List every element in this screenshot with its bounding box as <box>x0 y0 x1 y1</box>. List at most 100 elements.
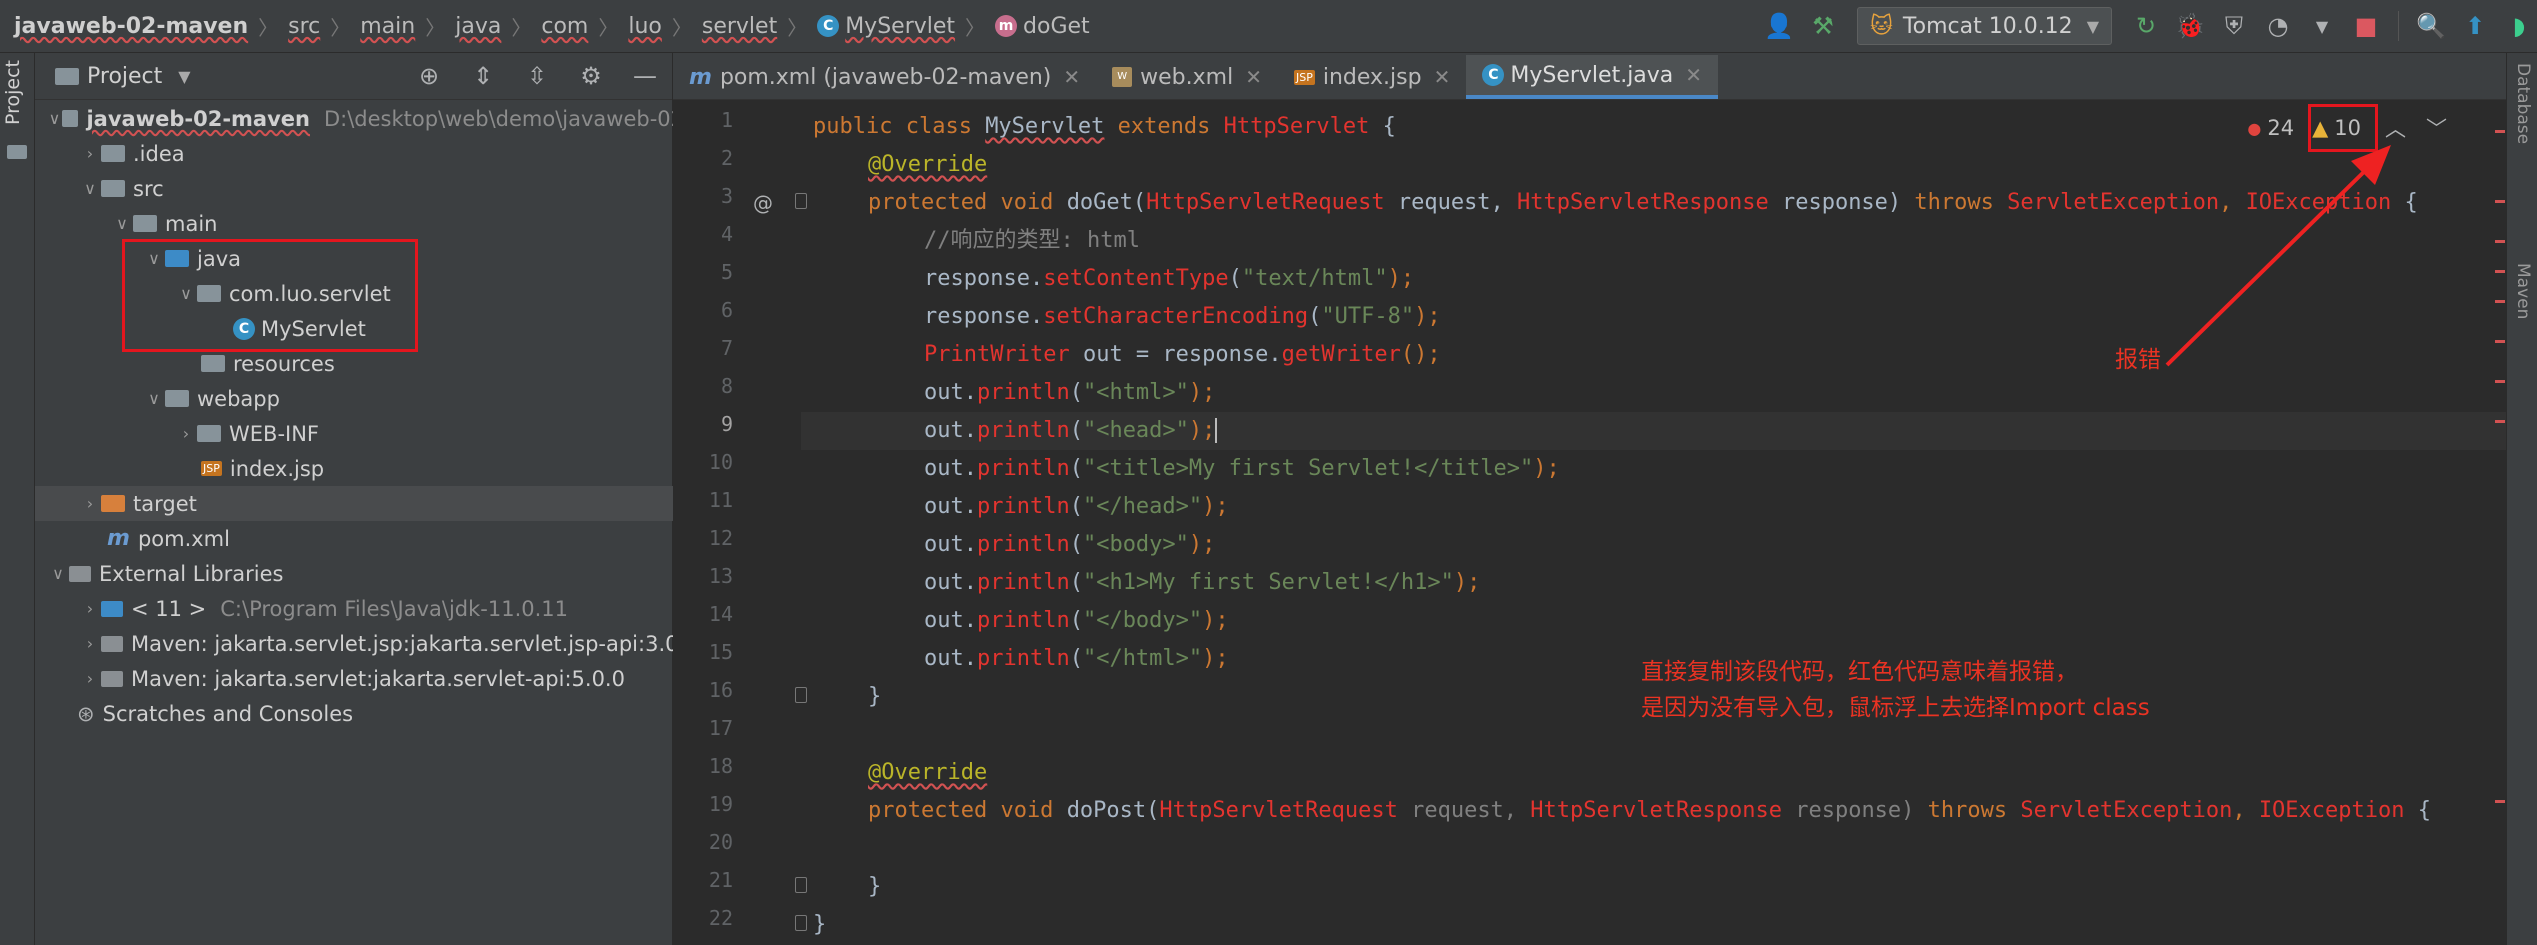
tree-item-label: pom.xml <box>137 526 230 551</box>
project-tool-tab[interactable]: Project <box>2 60 24 125</box>
line-number: 19 <box>708 792 733 816</box>
tree-item-target[interactable]: › target <box>35 486 716 521</box>
library-icon <box>69 565 91 582</box>
breadcrumb-java[interactable]: java <box>455 14 501 39</box>
code-token: ( <box>1132 190 1147 215</box>
code-token: , <box>2232 798 2259 823</box>
tree-item-idea[interactable]: › .idea <box>35 136 716 171</box>
tree-item-label: webapp <box>197 386 280 411</box>
close-icon[interactable]: ✕ <box>1434 65 1451 89</box>
tree-item-servlet-api[interactable]: › Maven: jakarta.servlet:jakarta.servlet… <box>35 661 716 696</box>
close-icon[interactable]: ✕ <box>1685 63 1702 87</box>
tab-index-jsp[interactable]: JSP index.jsp ✕ <box>1278 55 1466 99</box>
user-icon[interactable]: 👤 <box>1761 8 1797 44</box>
breadcrumb-luo[interactable]: luo <box>628 14 662 39</box>
code-token: IOException <box>2258 798 2405 823</box>
more-run-options-icon[interactable]: ▼ <box>2304 8 2340 44</box>
debug-icon[interactable]: 🐞 <box>2172 8 2208 44</box>
code-token: public class <box>813 114 986 139</box>
breadcrumb-src[interactable]: src <box>288 14 320 39</box>
run-configuration-select[interactable]: 🐱 Tomcat 10.0.12 ▼ <box>1856 7 2112 45</box>
close-icon[interactable]: ✕ <box>1063 65 1080 89</box>
tree-item-pom-xml[interactable]: m pom.xml <box>35 521 744 556</box>
tree-item-external-libraries[interactable]: ∨ External Libraries <box>35 556 684 591</box>
collapse-all-icon[interactable]: ⇳ <box>522 62 552 90</box>
gear-icon[interactable]: ⚙ <box>576 62 606 90</box>
tree-item-scratches[interactable]: ⊛ Scratches and Consoles <box>35 696 714 731</box>
stop-icon[interactable]: ■ <box>2348 8 2384 44</box>
close-icon[interactable]: ✕ <box>1245 65 1262 89</box>
code-token: @Override <box>868 760 988 785</box>
breadcrumb-project[interactable]: javaweb-02-maven <box>14 14 248 39</box>
code-token: doPost <box>1066 798 1147 823</box>
code-line: public class MyServlet extends HttpServl… <box>813 108 1396 146</box>
code-line: PrintWriter out = response.getWriter(); <box>924 336 1441 374</box>
tree-item-jsp-api[interactable]: › Maven: jakarta.servlet.jsp:jakarta.ser… <box>35 626 716 661</box>
plugin-icon[interactable]: ◗ <box>2501 8 2537 44</box>
code-token: ( <box>1228 266 1242 291</box>
update-icon[interactable]: ⬆ <box>2457 8 2493 44</box>
code-token: ServletException <box>2020 798 2233 823</box>
project-panel-title[interactable]: Project <box>87 64 162 89</box>
chevron-right-icon: › <box>86 669 94 688</box>
code-line: out.println("</html>"); <box>924 640 1229 678</box>
search-icon[interactable]: 🔍 <box>2413 8 2449 44</box>
breadcrumb-servlet[interactable]: servlet <box>702 14 777 39</box>
code-line: @Override <box>868 754 987 792</box>
breadcrumb-com[interactable]: com <box>541 14 588 39</box>
chevron-down-icon: ∨ <box>116 214 128 233</box>
code-token: ); <box>1188 532 1216 557</box>
locate-icon[interactable]: ⊕ <box>414 62 444 90</box>
code-string: "<html>" <box>1082 380 1189 405</box>
chevron-down-icon: ∨ <box>148 389 160 408</box>
line-number: 11 <box>708 488 733 512</box>
hide-icon[interactable]: — <box>630 62 660 90</box>
chevron-down-icon[interactable]: ▼ <box>178 67 190 86</box>
tree-item-jdk[interactable]: › < 11 > C:\Program Files\Java\jdk-11.0.… <box>35 591 716 626</box>
code-string: "text/html" <box>1241 266 1388 291</box>
code-line: out.println("<head>");​ <box>924 412 1218 450</box>
rerun-icon[interactable]: ↻ <box>2128 8 2164 44</box>
code-line: response.setCharacterEncoding("UTF-8"); <box>924 298 1441 336</box>
xml-file-icon: W <box>1112 67 1133 87</box>
next-highlight-icon[interactable]: ﹀ <box>2426 113 2447 143</box>
breadcrumb-myservlet[interactable]: MyServlet <box>845 14 955 39</box>
expand-all-icon[interactable]: ⇕ <box>468 62 498 90</box>
line-number: 1 <box>720 108 733 132</box>
coverage-icon[interactable]: ⛨ <box>2216 8 2252 44</box>
tab-web-xml[interactable]: W web.xml ✕ <box>1096 55 1278 99</box>
library-icon <box>101 670 123 687</box>
code-line: out.println("</body>"); <box>924 602 1229 640</box>
maven-tool-tab[interactable]: Maven <box>2513 263 2533 319</box>
code-token: println <box>976 608 1070 633</box>
breadcrumb-doget[interactable]: doGet <box>1023 14 1090 39</box>
line-number: 8 <box>720 374 733 398</box>
override-marker-icon[interactable]: @ <box>753 184 773 222</box>
code-token: } <box>868 684 882 709</box>
tab-myservlet-java[interactable]: C MyServlet.java ✕ <box>1466 55 1719 99</box>
tree-item-webapp[interactable]: ∨ webapp <box>35 381 780 416</box>
tree-item-main[interactable]: ∨ main <box>35 206 748 241</box>
web-folder-icon <box>165 390 189 407</box>
error-icon: ● <box>2247 118 2262 138</box>
tab-pom-xml[interactable]: m pom.xml (javaweb-02-maven) ✕ <box>673 55 1096 99</box>
breadcrumb-main[interactable]: main <box>360 14 415 39</box>
profile-icon[interactable]: ◔ <box>2260 8 2296 44</box>
chevron-down-icon: ▼ <box>2086 16 2099 36</box>
tree-item-src[interactable]: ∨ src <box>35 171 716 206</box>
highlight-box <box>122 239 418 352</box>
tree-item-project-root[interactable]: ∨ javaweb-02-maven D:\desktop\web\demo\j… <box>35 101 684 136</box>
previous-highlight-icon[interactable]: ︿ <box>2385 113 2406 143</box>
line-number: 22 <box>708 906 733 930</box>
code-line: out.println("<body>"); <box>924 526 1215 564</box>
code-token: ( <box>1069 608 1083 633</box>
code-token: throws <box>1914 190 2008 215</box>
resources-folder-icon <box>201 355 225 372</box>
code-comment: //响应的类型: html <box>924 228 1140 253</box>
code-string: "<title>My first Servlet!</title>" <box>1082 456 1534 481</box>
code-token: response) <box>1768 190 1915 215</box>
chevron-down-icon: ∨ <box>48 109 61 128</box>
code-token: HttpServletRequest <box>1159 798 1398 823</box>
build-hammer-icon[interactable]: ⚒ <box>1805 8 1841 44</box>
database-tool-tab[interactable]: Database <box>2513 63 2533 144</box>
